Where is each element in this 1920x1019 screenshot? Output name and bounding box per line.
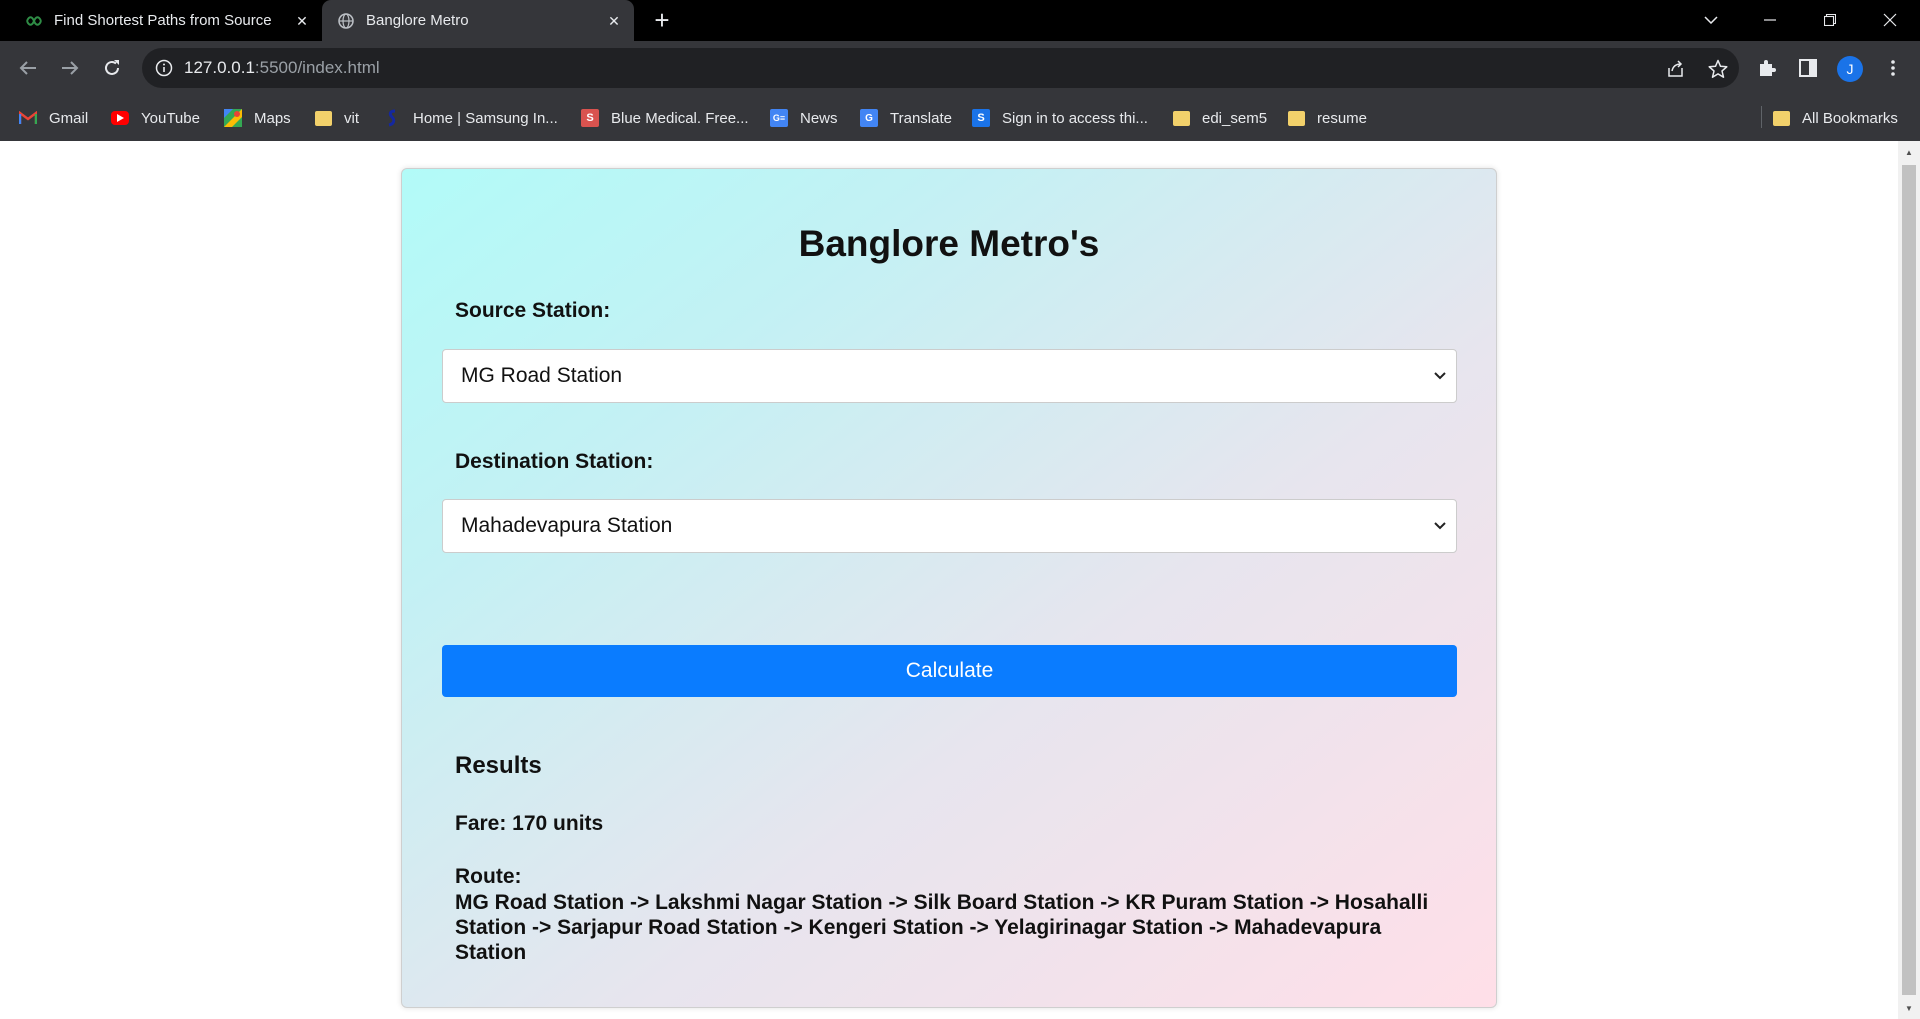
bookmark-label: resume <box>1317 109 1368 127</box>
destination-label: Destination Station: <box>455 450 654 473</box>
chevron-down-icon <box>1432 518 1448 534</box>
bookmark-gmail[interactable]: Gmail <box>19 107 88 129</box>
bookmarks-separator <box>1761 106 1762 128</box>
gmail-icon <box>19 109 37 127</box>
bookmark-label: Home | Samsung In... <box>413 109 558 127</box>
tab-strip: Find Shortest Paths from Source ✕ Banglo… <box>0 0 1920 41</box>
bookmark-label: edi_sem5 <box>1202 109 1268 127</box>
reload-icon[interactable] <box>98 54 126 82</box>
site-info-icon[interactable] <box>154 58 174 78</box>
tab-search-chevron-icon[interactable] <box>1696 6 1726 34</box>
profile-avatar[interactable]: J <box>1837 56 1863 82</box>
url-path: :5500/index.html <box>254 58 380 77</box>
route-text: MG Road Station -> Lakshmi Nagar Station… <box>455 891 1429 964</box>
destination-station-select[interactable]: Mahadevapura Station <box>442 499 1457 553</box>
bookmark-label: All Bookmarks <box>1802 109 1898 127</box>
route-label: Route: <box>455 865 522 888</box>
page-viewport: Banglore Metro's Source Station: MG Road… <box>0 141 1898 1019</box>
close-icon[interactable]: ✕ <box>604 11 624 31</box>
results-heading: Results <box>455 752 542 779</box>
bookmark-news[interactable]: G≡ News <box>770 107 838 129</box>
fare-text: Fare: 170 units <box>455 812 604 835</box>
bookmark-blue-medical[interactable]: S Blue Medical. Free... <box>581 107 749 129</box>
folder-icon <box>1288 110 1305 126</box>
bookmark-maps[interactable]: Maps <box>224 107 291 129</box>
metro-card: Banglore Metro's Source Station: MG Road… <box>401 168 1497 1008</box>
close-icon[interactable]: ✕ <box>292 11 312 31</box>
scroll-down-arrow-icon[interactable]: ▼ <box>1902 1002 1916 1014</box>
source-label: Source Station: <box>455 299 611 322</box>
url-host: 127.0.0.1 <box>184 58 255 77</box>
bookmarks-bar: Gmail YouTube Maps vit Home | Samsung In… <box>0 95 1920 141</box>
bookmark-folder-edi-sem5[interactable]: edi_sem5 <box>1173 107 1267 129</box>
bookmark-folder-resume[interactable]: resume <box>1288 107 1367 129</box>
bookmark-label: Translate <box>890 109 952 127</box>
folder-icon <box>315 110 332 126</box>
bookmark-samsung[interactable]: Home | Samsung In... <box>383 107 558 129</box>
bookmark-label: News <box>800 109 838 127</box>
forward-arrow-icon[interactable] <box>56 54 84 82</box>
page-title: Banglore Metro's <box>798 223 1100 264</box>
bookmark-label: YouTube <box>141 109 200 127</box>
back-arrow-icon[interactable] <box>14 54 42 82</box>
side-panel-icon[interactable] <box>1794 54 1822 82</box>
bookmark-label: Gmail <box>49 109 89 127</box>
maps-icon <box>224 109 242 127</box>
bookmark-label: Maps <box>254 109 291 127</box>
chevron-down-icon <box>1432 368 1448 384</box>
kebab-menu-icon[interactable] <box>1879 54 1907 82</box>
bookmark-sign-in[interactable]: S Sign in to access thi... <box>972 107 1148 129</box>
source-station-select[interactable]: MG Road Station <box>442 349 1457 403</box>
window-close-icon[interactable] <box>1875 6 1905 34</box>
bookmark-label: Sign in to access thi... <box>1002 109 1148 127</box>
destination-selected-value: Mahadevapura Station <box>461 514 673 537</box>
bookmark-folder-vit[interactable]: vit <box>315 107 359 129</box>
s-blue-icon: S <box>972 109 990 127</box>
extensions-puzzle-icon[interactable] <box>1753 54 1781 82</box>
folder-icon <box>1173 110 1190 126</box>
news-icon: G≡ <box>770 109 788 127</box>
bookmark-translate[interactable]: G Translate <box>860 107 952 129</box>
browser-toolbar: 127.0.0.1:5500/index.html J <box>0 41 1920 95</box>
youtube-icon <box>111 111 129 125</box>
url-text: 127.0.0.1:5500/index.html <box>184 58 380 78</box>
page-scrollbar[interactable]: ▲ ▼ <box>1898 141 1920 1019</box>
restore-icon[interactable] <box>1815 6 1845 34</box>
address-bar[interactable]: 127.0.0.1:5500/index.html <box>142 48 1739 88</box>
minimize-icon[interactable] <box>1755 6 1785 34</box>
tab-title: Banglore Metro <box>366 12 469 29</box>
bookmark-label: vit <box>344 109 359 127</box>
tab-banglore-metro[interactable]: Banglore Metro ✕ <box>322 0 634 41</box>
bookmark-star-icon[interactable] <box>1707 58 1729 80</box>
s-red-icon: S <box>581 109 599 127</box>
folder-icon <box>1773 110 1790 126</box>
calculate-button[interactable]: Calculate <box>442 645 1457 697</box>
scrollbar-thumb[interactable] <box>1902 165 1916 995</box>
tab-find-shortest-paths[interactable]: Find Shortest Paths from Source ✕ <box>14 0 316 41</box>
globe-icon <box>338 12 354 29</box>
translate-icon: G <box>860 109 878 127</box>
samsung-icon <box>383 109 401 127</box>
bookmark-label: Blue Medical. Free... <box>611 109 749 127</box>
gfg-icon <box>26 13 42 29</box>
source-selected-value: MG Road Station <box>461 364 623 387</box>
share-icon[interactable] <box>1665 58 1687 80</box>
tab-title: Find Shortest Paths from Source <box>54 12 272 29</box>
bookmark-youtube[interactable]: YouTube <box>111 107 200 129</box>
new-tab-plus-icon[interactable]: + <box>650 7 674 33</box>
all-bookmarks[interactable]: All Bookmarks <box>1773 107 1898 129</box>
scroll-up-arrow-icon[interactable]: ▲ <box>1902 146 1916 158</box>
